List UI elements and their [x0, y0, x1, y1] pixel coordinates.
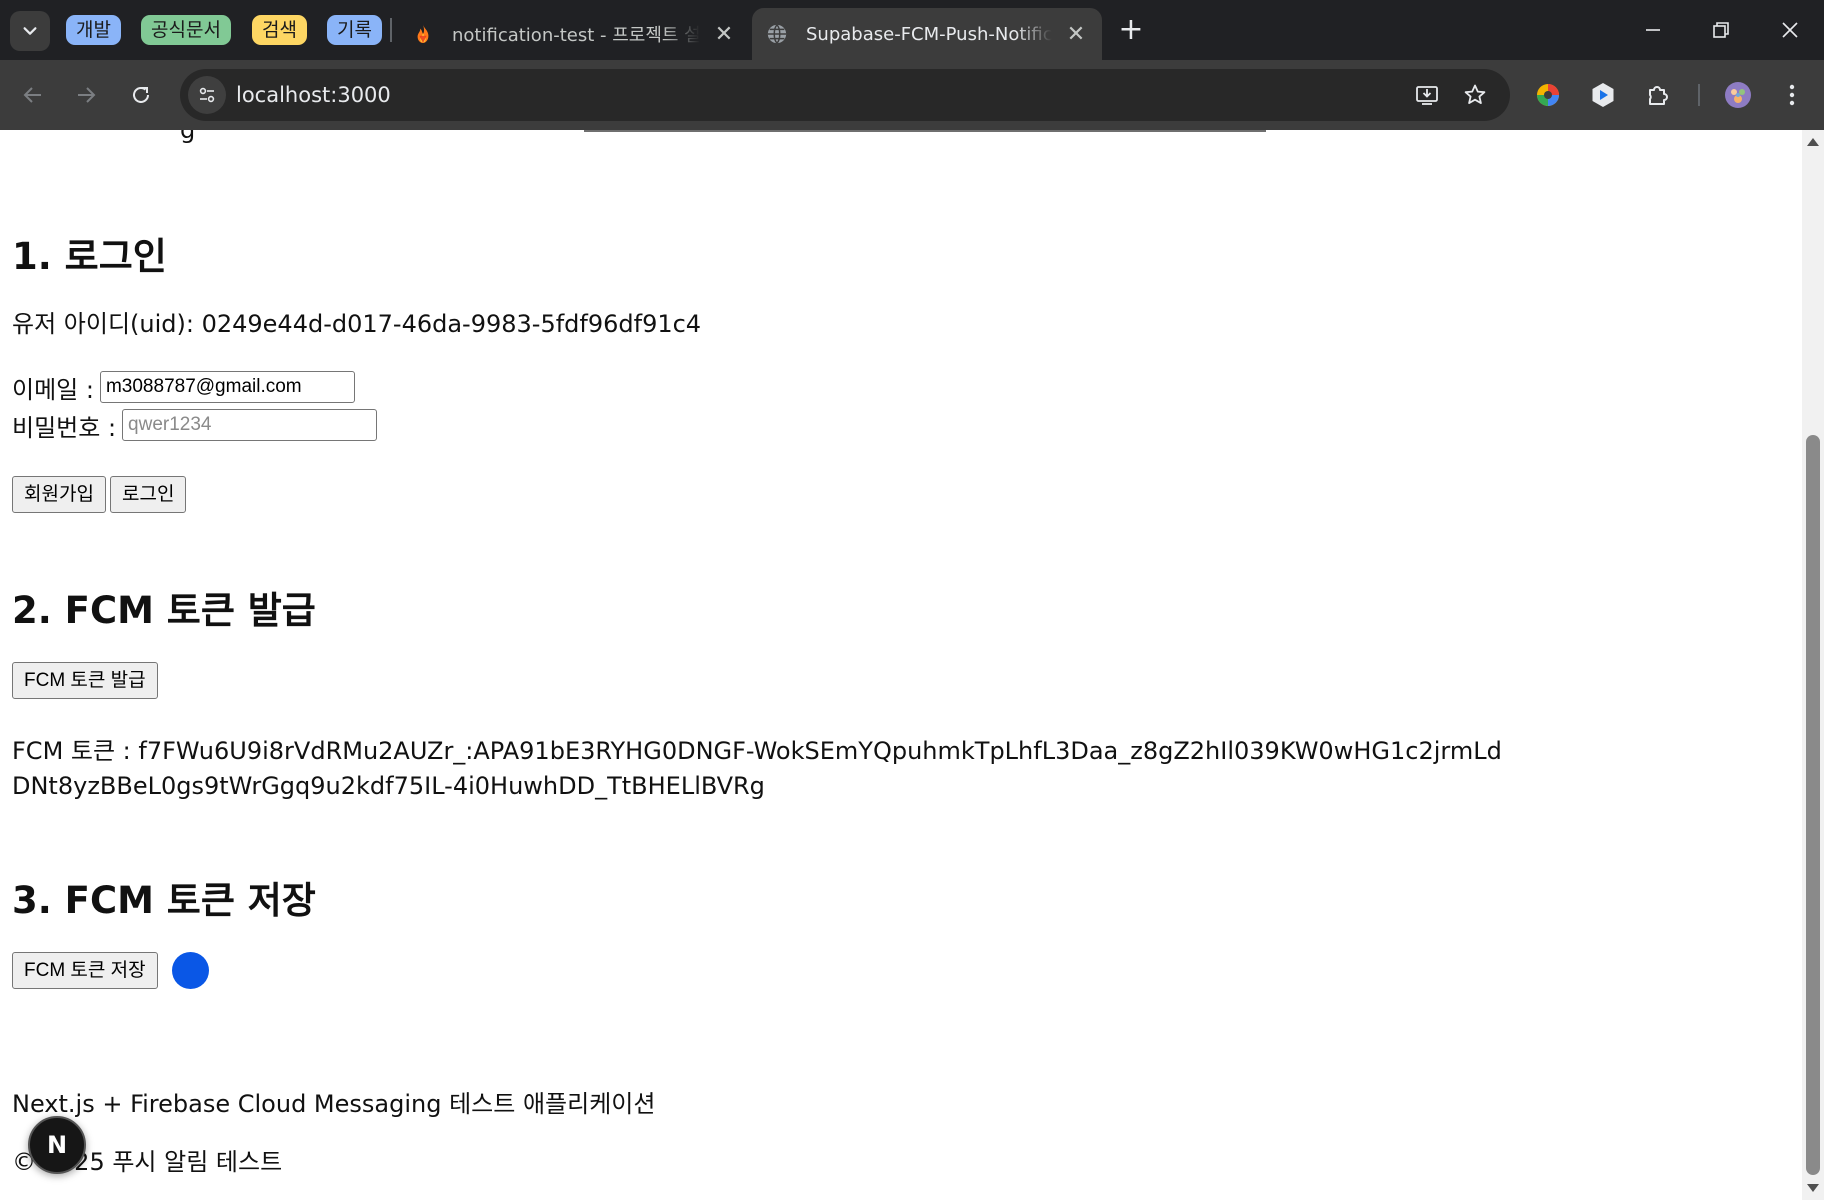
nextjs-dev-indicator[interactable]: N	[28, 1116, 86, 1174]
url-text[interactable]: localhost:3000	[236, 69, 391, 121]
password-input[interactable]	[122, 409, 378, 441]
address-bar[interactable]: localhost:3000	[180, 69, 1510, 121]
color-extension-button[interactable]	[1530, 77, 1566, 113]
reload-button[interactable]	[121, 75, 161, 115]
chevron-down-icon	[23, 27, 37, 35]
scroll-thumb[interactable]	[1806, 435, 1820, 1175]
forward-button[interactable]	[66, 75, 106, 115]
scroll-up-arrow[interactable]	[1807, 138, 1819, 146]
avatar-icon	[1725, 82, 1751, 108]
password-label: 비밀번호 :	[12, 413, 117, 442]
tune-icon	[199, 87, 215, 103]
tab-title: Supabase-FCM-Push-Notification	[806, 23, 1052, 45]
arrow-left-icon	[23, 87, 41, 103]
email-input[interactable]	[99, 371, 355, 403]
bookmark-button[interactable]	[1460, 80, 1490, 110]
page-viewport: g 1. 로그인 유저 아이디(uid): 0249e44d-d017-46da…	[0, 130, 1824, 1200]
page-scrollbar[interactable]	[1802, 130, 1824, 1200]
restore-button[interactable]	[1701, 10, 1741, 50]
close-window-button[interactable]	[1770, 10, 1810, 50]
more-vertical-icon	[1789, 84, 1795, 106]
close-icon[interactable]: ✕	[1064, 22, 1088, 47]
back-button[interactable]	[13, 75, 53, 115]
issue-token-button[interactable]: FCM 토큰 발급	[12, 662, 158, 699]
profile-button[interactable]	[1720, 77, 1756, 113]
uid-text: 유저 아이디(uid): 0249e44d-d017-46da-9983-5fd…	[12, 310, 702, 338]
toolbar-separator	[1698, 84, 1700, 106]
close-icon	[1782, 22, 1798, 38]
restore-icon	[1713, 22, 1729, 38]
footer-description: Next.js + Firebase Cloud Messaging 테스트 애…	[12, 1090, 656, 1118]
tab-strip: 개발 공식문서 검색 기록 notification-test - 프로젝트 설…	[0, 0, 1824, 60]
firebase-flame-icon	[412, 23, 434, 45]
issue-token-section-title: 2. FCM 토큰 발급	[12, 589, 316, 632]
browser-toolbar: localhost:3000	[0, 60, 1824, 130]
tab-supabase-fcm[interactable]: Supabase-FCM-Push-Notification ✕	[752, 8, 1102, 60]
puzzle-icon	[1649, 86, 1668, 105]
close-icon[interactable]: ✕	[712, 22, 736, 47]
star-icon	[1464, 84, 1486, 104]
tab-group-search[interactable]: 검색	[252, 15, 307, 45]
dev-extension-button[interactable]	[1585, 77, 1621, 113]
tab-group-docs[interactable]: 공식문서	[141, 15, 231, 45]
save-status-indicator	[172, 952, 209, 989]
signup-button[interactable]: 회원가입	[12, 476, 106, 513]
tab-title: notification-test - 프로젝트 설정	[452, 25, 700, 46]
tab-separator	[390, 18, 392, 42]
email-label: 이메일 :	[12, 375, 94, 404]
save-token-section-title: 3. FCM 토큰 저장	[12, 879, 316, 922]
cut-off-text: g	[180, 130, 196, 144]
fcm-token-text: FCM 토큰 : f7FWu6U9i8rVdRMu2AUZr_:APA91bE3…	[12, 737, 1502, 800]
save-token-button[interactable]: FCM 토큰 저장	[12, 952, 158, 989]
hexagon-play-icon	[1592, 83, 1614, 107]
site-info-button[interactable]	[188, 76, 226, 114]
tab-group-dev[interactable]: 개발	[66, 15, 121, 45]
login-section-title: 1. 로그인	[12, 235, 167, 278]
cut-off-divider	[584, 130, 1266, 132]
email-row: 이메일 :	[12, 370, 355, 404]
tab-group-history[interactable]: 기록	[327, 15, 382, 45]
tab-notification-test[interactable]: notification-test - 프로젝트 설정 ✕	[398, 8, 750, 60]
reload-icon	[133, 86, 149, 103]
minimize-icon	[1646, 29, 1660, 31]
install-icon	[1416, 86, 1438, 105]
arrow-right-icon	[78, 87, 96, 103]
globe-icon	[766, 23, 788, 45]
tab-search-button[interactable]	[10, 11, 50, 51]
login-button[interactable]: 로그인	[110, 476, 187, 513]
browser-menu-button[interactable]	[1774, 77, 1810, 113]
new-tab-button[interactable]: +	[1115, 14, 1147, 46]
minimize-button[interactable]	[1633, 10, 1673, 50]
install-app-button[interactable]	[1412, 80, 1442, 110]
color-picker-icon	[1537, 84, 1559, 106]
scroll-down-arrow[interactable]	[1807, 1184, 1819, 1192]
password-row: 비밀번호 :	[12, 408, 378, 442]
extensions-button[interactable]	[1640, 77, 1676, 113]
